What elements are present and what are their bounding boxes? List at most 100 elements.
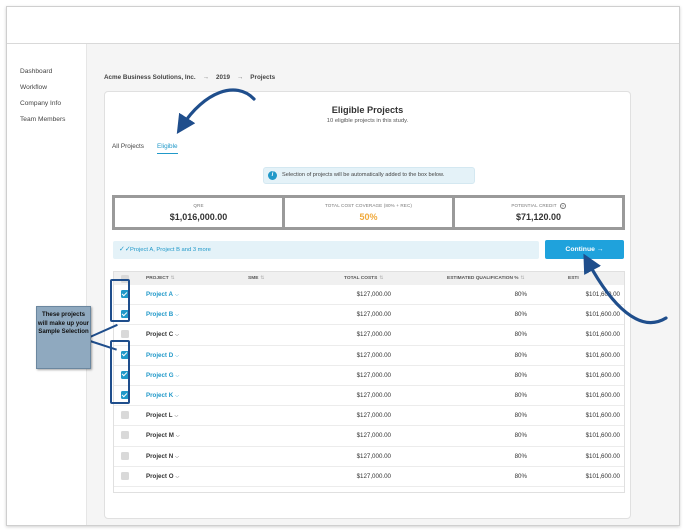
breadcrumb-company[interactable]: Acme Business Solutions, Inc. (104, 74, 196, 81)
column-header-estimated-qre[interactable]: ESTI (568, 272, 579, 285)
estimated-qre-cell: $101,600.00 (585, 392, 620, 399)
column-header-label: ESTIMATED QUALIFICATION % (447, 276, 519, 281)
project-name: Project N (146, 452, 174, 460)
sample-selection-callout: These projects will make up your Sample … (36, 306, 91, 369)
total-costs-cell: $127,000.00 (356, 472, 391, 480)
row-checkbox[interactable] (121, 431, 129, 440)
total-costs-cell: $127,000.00 (356, 412, 391, 420)
project-name-dropdown[interactable]: Project L ⌵ (146, 406, 178, 426)
total-costs-cell: $127,000.00 (356, 331, 391, 339)
project-name-dropdown[interactable]: Project B ⌵ (146, 305, 179, 325)
top-bar (7, 7, 679, 44)
double-check-icon: ✓✓ (119, 246, 131, 253)
total-costs-cell: $127,000.00 (356, 291, 391, 298)
table-row: Project C ⌵ $127,000.00 80% $101,600.00 (114, 325, 624, 346)
column-header-label: PROJECT (146, 276, 169, 281)
column-header-sme[interactable]: SME ⇅ (248, 272, 264, 285)
tab-eligible[interactable]: Eligible (156, 143, 178, 154)
project-name: Project K (146, 392, 174, 399)
chevron-down-icon: ⌵ (175, 372, 180, 379)
stats-panel: QRE $1,016,000.00 TOTAL COST COVERAGE (8… (112, 195, 625, 230)
project-name: Project D (146, 351, 174, 359)
qualification-cell: 80% (514, 392, 527, 399)
breadcrumb-page: Projects (250, 74, 276, 81)
row-checkbox[interactable] (121, 330, 129, 339)
continue-button[interactable]: Continue → (545, 240, 624, 259)
selected-projects-bar[interactable]: ✓✓ Project A, Project B and 3 more (113, 241, 539, 259)
stat-label: TOTAL COST COVERAGE (80% + REC) (324, 203, 413, 208)
column-header-label: SME (248, 276, 259, 281)
sort-icon: ⇅ (520, 276, 525, 281)
sidebar-item-workflow[interactable]: Workflow (7, 80, 86, 96)
breadcrumb-year[interactable]: 2019 (216, 74, 230, 81)
qualification-cell: 80% (514, 432, 527, 440)
total-costs-cell: $127,000.00 (356, 351, 391, 359)
stat-qre: QRE $1,016,000.00 (115, 198, 282, 227)
app-window: Dashboard Workflow Company Info Team Mem… (6, 6, 680, 526)
project-name-dropdown[interactable]: Project M ⌵ (146, 426, 180, 446)
column-header-total-costs[interactable]: TOTAL COSTS ⇅ (344, 272, 383, 285)
column-header-project[interactable]: PROJECT ⇅ (146, 272, 175, 285)
sort-icon: ⇅ (260, 276, 265, 281)
table-row: Project M ⌵ $127,000.00 80% $101,600.00 (114, 426, 624, 447)
project-name: Project C (146, 331, 174, 339)
estimated-qre-cell: $101,600.00 (585, 452, 620, 460)
qualification-cell: 80% (514, 412, 527, 420)
row-checkbox[interactable] (121, 411, 129, 420)
sidebar-item-dashboard[interactable]: Dashboard (7, 64, 86, 80)
column-header-estimated-qualification[interactable]: ESTIMATED QUALIFICATION % ⇅ (447, 272, 525, 285)
estimated-qre-cell: $101,600.00 (585, 291, 620, 298)
table-row: Project B ⌵ $127,000.00 80% $101,600.00 (114, 305, 624, 326)
project-name-dropdown[interactable]: Project G ⌵ (146, 366, 179, 386)
project-name-dropdown[interactable]: Project O ⌵ (146, 467, 179, 487)
chevron-down-icon: ⌵ (175, 453, 179, 460)
sidebar-item-company-info[interactable]: Company Info (7, 96, 86, 112)
page-subtitle: 10 eligible projects in this study. (326, 118, 409, 124)
estimated-qre-cell: $101,600.00 (585, 311, 620, 319)
stat-total-cost-coverage: TOTAL COST COVERAGE (80% + REC) 50% (285, 198, 452, 227)
help-icon[interactable]: ? (559, 203, 566, 209)
tab-all-projects[interactable]: All Projects (112, 143, 144, 153)
eligible-projects-card: Eligible Projects 10 eligible projects i… (104, 91, 631, 519)
projects-table: PROJECT ⇅ SME ⇅ TOTAL COSTS ⇅ ESTIMATED QUA… (113, 271, 625, 493)
tab-bar: All Projects Eligible (112, 143, 191, 154)
stat-value: 50% (359, 212, 378, 222)
total-costs-cell: $127,000.00 (356, 392, 391, 399)
project-name: Project G (146, 371, 174, 379)
sort-icon: ⇅ (170, 276, 175, 281)
estimated-qre-cell: $101,600.00 (585, 351, 620, 359)
sort-icon: ⇅ (379, 276, 384, 281)
column-header-label: TOTAL COSTS (344, 276, 378, 281)
total-costs-cell: $127,000.00 (356, 432, 391, 440)
project-name: Project B (146, 311, 174, 319)
project-name-dropdown[interactable]: Project D ⌵ (146, 346, 179, 366)
project-name-dropdown[interactable]: Project K ⌵ (146, 386, 179, 406)
table-row: Project N ⌵ $127,000.00 80% $101,600.00 (114, 447, 624, 467)
sidebar: Dashboard Workflow Company Info Team Mem… (7, 44, 87, 525)
breadcrumb-separator: → (237, 74, 244, 81)
table-row: Project A ⌵ $127,000.00 80% $101,600.00 (114, 285, 624, 306)
project-name-dropdown[interactable]: Project N ⌵ (146, 447, 179, 467)
info-banner: i Selection of projects will be automati… (263, 167, 475, 184)
chevron-down-icon: ⌵ (175, 433, 180, 440)
row-checkbox[interactable] (121, 451, 129, 460)
stat-value: $71,120.00 (515, 212, 562, 222)
row-checkbox[interactable] (121, 471, 129, 480)
chevron-down-icon: ⌵ (175, 473, 180, 480)
table-row: Project K ⌵ $127,000.00 80% $101,600.00 (114, 386, 624, 407)
estimated-qre-cell: $101,600.00 (585, 412, 620, 420)
estimated-qre-cell: $101,600.00 (585, 331, 620, 339)
table-row: Project G ⌵ $127,000.00 80% $101,600.00 (114, 366, 624, 386)
project-name-dropdown[interactable]: Project C ⌵ (146, 325, 179, 345)
project-name-dropdown[interactable]: Project A ⌵ (146, 285, 179, 305)
stat-label: POTENTIAL CREDIT (511, 203, 557, 209)
sidebar-item-team-members[interactable]: Team Members (7, 112, 86, 128)
main-content: Acme Business Solutions, Inc. → 2019 → Proje… (87, 44, 679, 525)
page-title: Eligible Projects (331, 105, 404, 115)
total-costs-cell: $127,000.00 (356, 371, 391, 379)
stat-label-wrap: POTENTIAL CREDIT? (455, 203, 622, 209)
qualification-cell: 80% (514, 452, 527, 460)
table-header: PROJECT ⇅ SME ⇅ TOTAL COSTS ⇅ ESTIMATED QUA… (114, 272, 624, 285)
chevron-down-icon: ⌵ (175, 352, 179, 359)
info-icon: i (268, 171, 277, 180)
